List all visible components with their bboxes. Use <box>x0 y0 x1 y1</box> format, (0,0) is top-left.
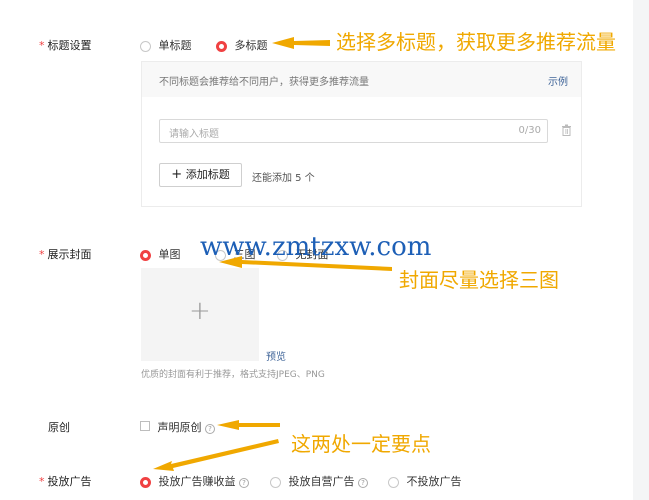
annotation-points: 这两处一定要点 <box>291 432 431 456</box>
arrow-to-ads <box>153 439 279 471</box>
annotation-cover: 封面尽量选择三图 <box>399 268 559 292</box>
arrow-to-original <box>217 420 280 430</box>
arrow-to-multi-title <box>272 37 330 49</box>
annotation-multi-title: 选择多标题，获取更多推荐流量 <box>336 30 616 54</box>
annotation-arrows <box>153 37 392 471</box>
arrow-to-cover-option <box>219 256 392 271</box>
